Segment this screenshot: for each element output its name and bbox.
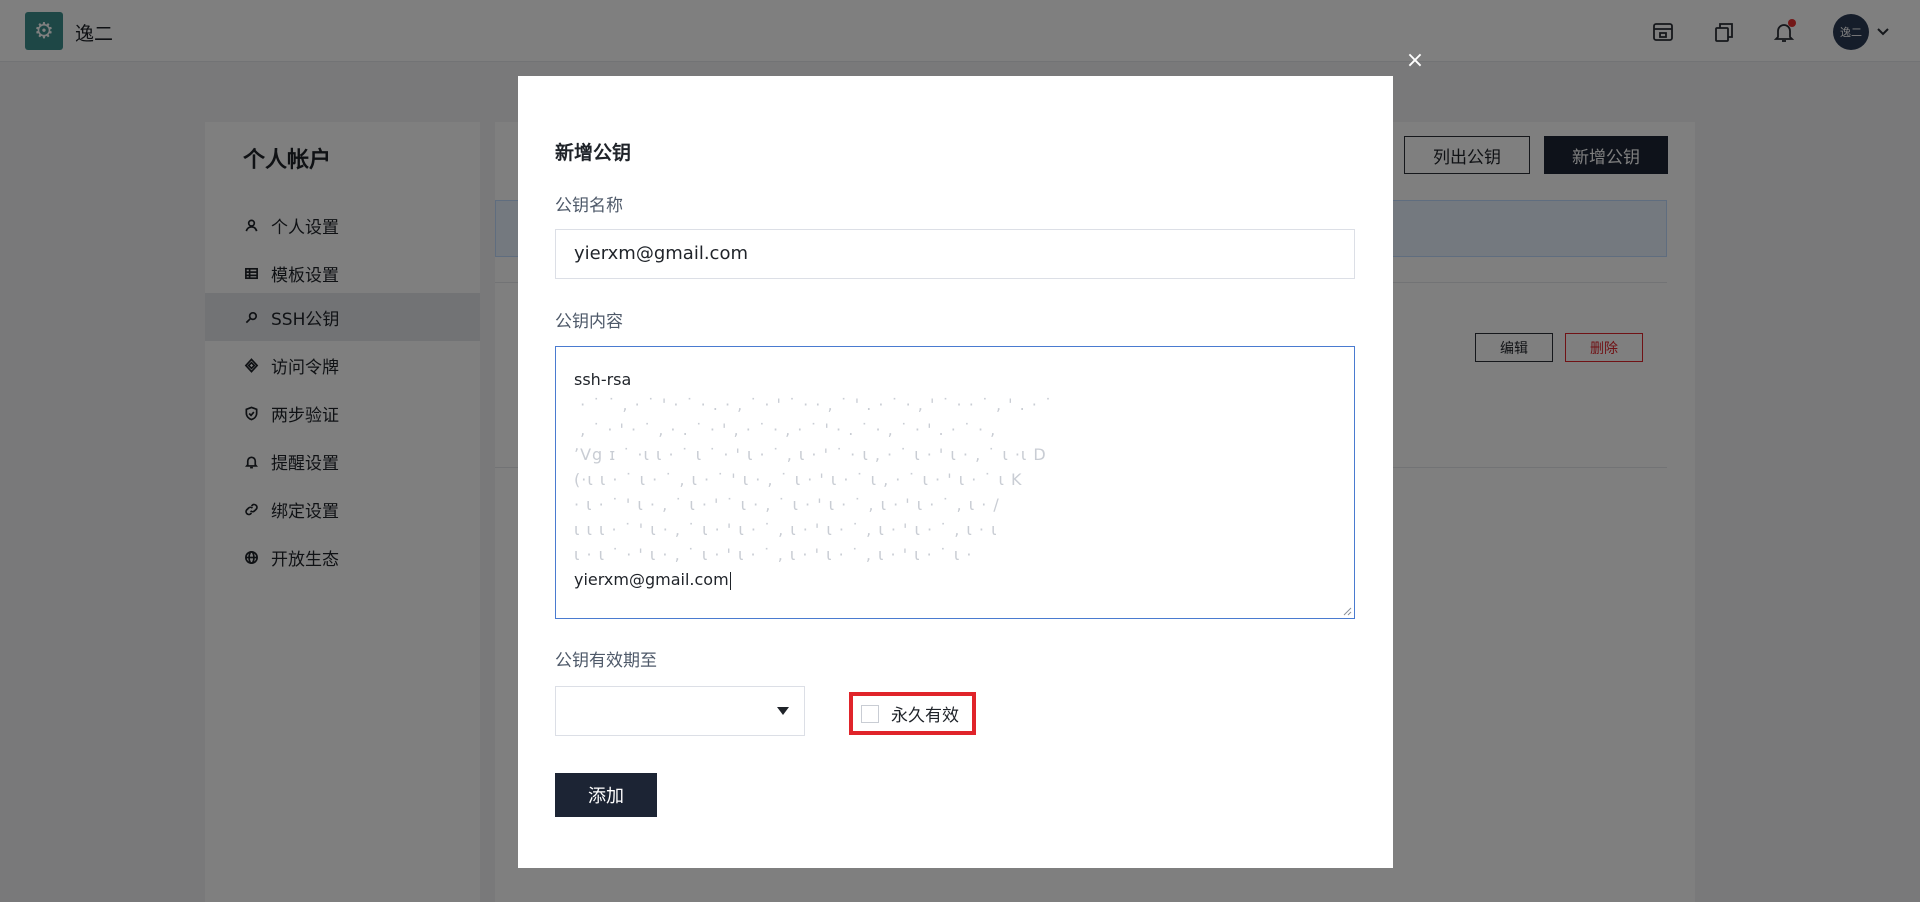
redacted-key-line: · ˙ ˙ , · ˙ ' · ˙ · . · , ˙ · ' ˙ · · , …	[574, 395, 1053, 414]
close-icon[interactable]: ×	[1403, 48, 1427, 73]
key-content-first-line: ssh-rsa	[574, 370, 632, 389]
key-content-label: 公钥内容	[555, 312, 623, 332]
text-cursor	[729, 571, 731, 590]
expiry-date-select[interactable]	[555, 686, 805, 736]
dialog-title: 新增公钥	[555, 142, 632, 164]
key-name-input[interactable]: yierxm@gmail.com	[555, 229, 1355, 279]
caret-down-icon	[777, 707, 789, 715]
key-content-last-line: yierxm@gmail.com	[574, 570, 729, 589]
redacted-key-line: , ˙ · ' · ˙ , · . ˙ · ' , · ˙ · , · ˙ ' …	[574, 420, 997, 439]
add-button[interactable]: 添加	[555, 773, 657, 817]
add-key-dialog: 新增公钥 公钥名称 yierxm@gmail.com 公钥内容 ssh-rsa …	[518, 76, 1393, 868]
redacted-key-line: ɩ · ɩ ˙ · ' ɩ · , ˙ ɩ · ' ɩ · ˙ , ɩ · ' …	[574, 545, 973, 564]
redacted-key-line: · ɩ · ˙ ' ɩ · , ˙ ɩ · ' ˙ ɩ · , ˙ ɩ · ' …	[574, 495, 1000, 514]
key-name-label: 公钥名称	[555, 196, 623, 216]
permanent-checkbox[interactable]	[861, 704, 879, 723]
key-content-textarea[interactable]: ssh-rsa · ˙ ˙ , · ˙ ' · ˙ · . · , ˙ · ' …	[555, 346, 1355, 619]
expiry-label: 公钥有效期至	[555, 651, 657, 671]
redacted-key-line: ɩ ɩ ɩ · ˙ ' ɩ · , ˙ ɩ · ' ɩ · ˙ , ɩ · ' …	[574, 520, 998, 539]
redacted-key-line: (·ɩ ɩ · ˙ ɩ · ˙ , ɩ · ˙ ' ɩ · , ˙ ɩ · ' …	[574, 470, 1023, 489]
redacted-key-line: ʼVg ɪ ˙ ·ɩ ɩ · ˙ ɩ ˙ · ' ɩ · ˙ , ɩ · ' ˙…	[574, 445, 1047, 464]
resize-handle-icon[interactable]	[1342, 606, 1352, 616]
permanent-checkbox-highlight[interactable]: 永久有效	[849, 692, 976, 735]
permanent-label[interactable]: 永久有效	[891, 701, 959, 726]
